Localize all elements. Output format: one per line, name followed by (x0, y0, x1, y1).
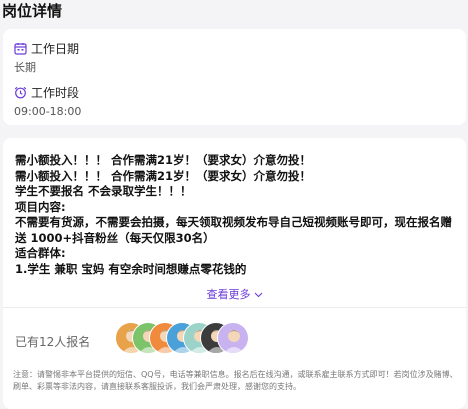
description-line: 项目内容: (15, 199, 66, 214)
work-date-row: 工作日期 (14, 40, 79, 56)
alarm-clock-icon (14, 86, 27, 99)
description-line: 需小额投入！！！ 合作需满21岁！（要求女）介意勿投！ (15, 153, 312, 167)
work-time-label: 工作时段 (31, 85, 80, 100)
schedule-card: 工作日期 长期 工作时段 09:00-18:00 (3, 29, 466, 125)
job-description: 需小额投入！！！ 合作需满21岁！（要求女）介意勿投！ 需小额投入！！！ 合作需… (15, 153, 460, 275)
work-date-value: 长期 (14, 61, 36, 74)
job-detail-card: 需小额投入！！！ 合作需满21岁！（要求女）介意勿投！ 需小额投入！！！ 合作需… (3, 138, 466, 409)
description-line: 需小额投入！！！ 合作需满21岁！（要求女）介意勿投！ (15, 168, 312, 183)
page-title: 岗位详情 (2, 2, 63, 20)
work-date-label: 工作日期 (31, 41, 80, 56)
description-line: 适合群体: (15, 246, 66, 260)
view-more-button[interactable]: 查看更多 (3, 286, 466, 302)
work-time-row: 工作时段 (14, 84, 79, 100)
avatar-icon (217, 322, 249, 354)
view-more-label: 查看更多 (206, 288, 251, 301)
chevron-down-icon (254, 288, 263, 301)
applicant-count: 已有12人报名 (15, 335, 91, 349)
work-time-value: 09:00-18:00 (14, 105, 82, 118)
description-line: 学生不要报名 不会录取学生！！！ (15, 184, 192, 198)
description-line: 不需要有货源，不需要会拍摄，每天领取视频发布导自己短视频账号即可，现在报名赠送 … (15, 215, 452, 245)
calendar-icon (14, 42, 27, 55)
divider (3, 307, 466, 308)
safety-notice: 注意：请警惕非本平台提供的短信、QQ号，电话等兼职信息。报名后在线沟通，或联系雇… (13, 370, 458, 391)
description-line: 1.学生 兼职 宝妈 有空余时间想赚点零花钱的 (15, 261, 247, 276)
